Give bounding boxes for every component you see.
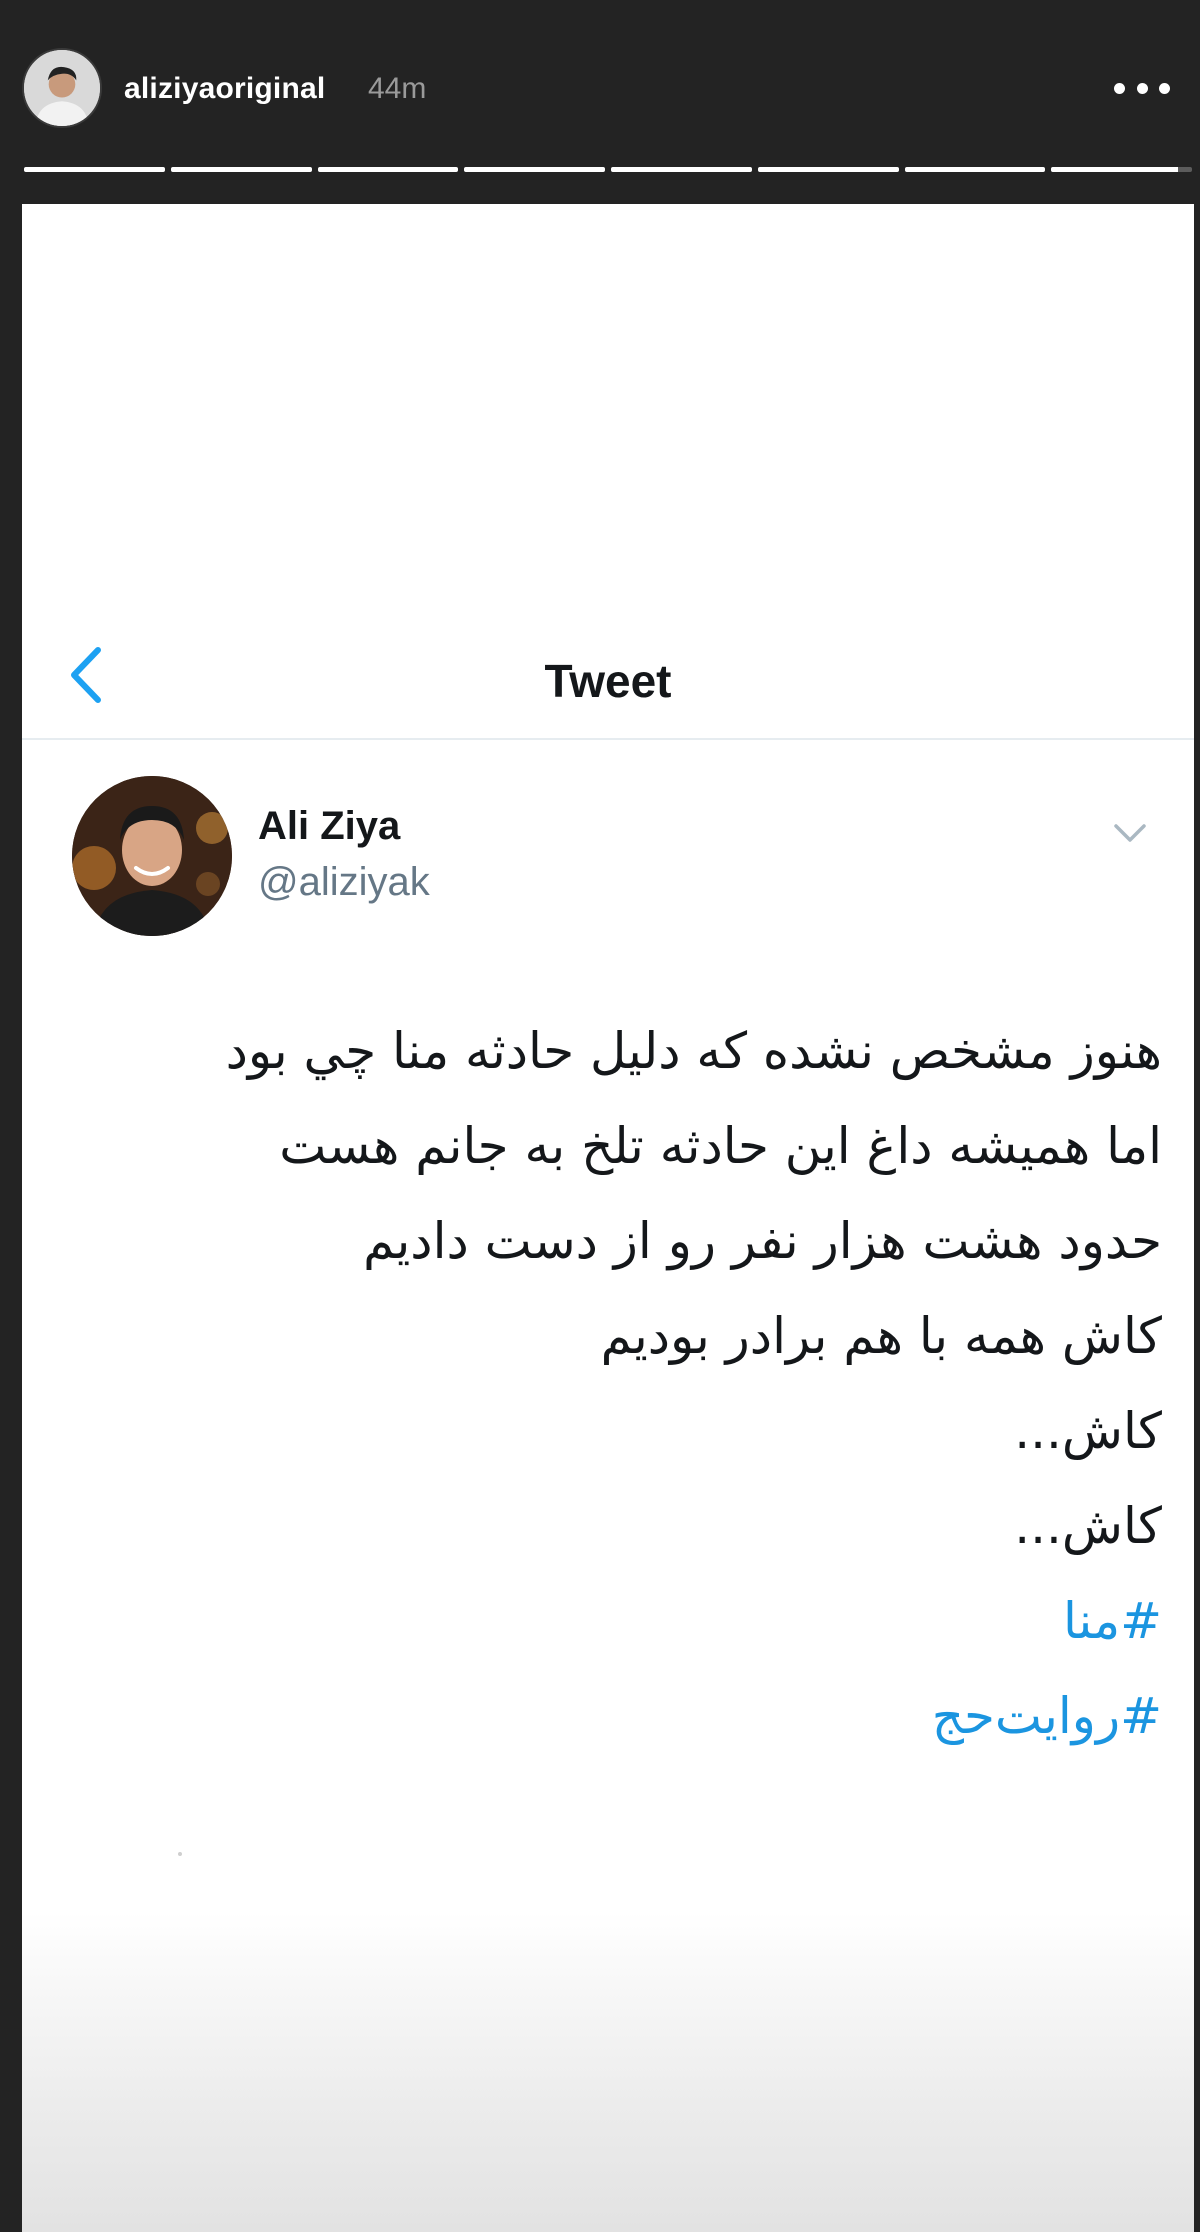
progress-segment	[170, 167, 312, 172]
story-progress-bar	[24, 167, 1192, 172]
tweet-line: اما همیشه داغ این حادثه تلخ به جانم هست	[279, 1117, 1162, 1175]
tweet-line: هنوز مشخص نشده که دلیل حادثه منا چي بود	[225, 1022, 1162, 1080]
menu-dot	[1114, 82, 1125, 94]
chevron-down-icon[interactable]	[1110, 818, 1150, 848]
story-timestamp: 44m	[368, 72, 427, 105]
progress-segment-fill	[904, 167, 1046, 172]
story-avatar-image	[24, 50, 100, 126]
progress-segment	[904, 167, 1046, 172]
tweet-line: کاش...	[1014, 1497, 1162, 1555]
progress-segment-fill	[170, 167, 312, 172]
story-username[interactable]: aliziyaoriginal	[124, 72, 325, 106]
story-avatar[interactable]	[22, 48, 102, 128]
tweet-line: حدود هشت هزار نفر رو از دست دادیم	[363, 1212, 1162, 1270]
progress-segment	[317, 167, 459, 172]
tweet-nav-title: Tweet	[544, 655, 672, 707]
more-horizontal-icon[interactable]	[1114, 70, 1170, 106]
hashtag-link[interactable]: #منا	[62, 1574, 1162, 1669]
progress-segment	[757, 167, 899, 172]
progress-segment	[611, 167, 752, 172]
bottom-fade	[22, 1912, 1194, 2232]
menu-dot	[1136, 82, 1148, 94]
tweet-text: هنوز مشخص نشده که دلیل حادثه منا چي بود ا…	[62, 1004, 1162, 1764]
progress-segment-fill	[1051, 167, 1178, 172]
tweet-line: کاش همه با هم برادر بودیم	[600, 1307, 1162, 1365]
progress-segment-fill	[757, 167, 899, 172]
tweet-author-handle[interactable]: @aliziyak	[258, 860, 430, 905]
story-header: aliziyaoriginal 44m	[0, 0, 1200, 160]
progress-segment-fill	[611, 167, 752, 172]
tweet-screenshot: Tweet Ali Ziya @aliziyak هنوز مشخص نشده …	[22, 204, 1194, 2232]
progress-segment-fill	[317, 167, 459, 172]
progress-segment	[1051, 167, 1192, 172]
tweet-author-name[interactable]: Ali Ziya	[258, 804, 400, 849]
progress-segment-fill	[24, 167, 165, 172]
tweet-nav-bar: Tweet	[22, 624, 1194, 740]
progress-segment	[464, 167, 605, 172]
author-photo	[72, 776, 232, 936]
hashtag-link[interactable]: #روایت‌حج	[62, 1669, 1162, 1764]
tweet-line: کاش...	[1014, 1402, 1162, 1460]
story-viewer: aliziyaoriginal 44m Tweet Ali Ziya @aliz…	[0, 0, 1200, 2232]
dust-dot	[178, 1852, 182, 1856]
tweet-author-avatar[interactable]	[72, 776, 232, 936]
progress-segment-fill	[464, 167, 605, 172]
progress-segment	[24, 167, 165, 172]
menu-dot	[1159, 82, 1170, 94]
